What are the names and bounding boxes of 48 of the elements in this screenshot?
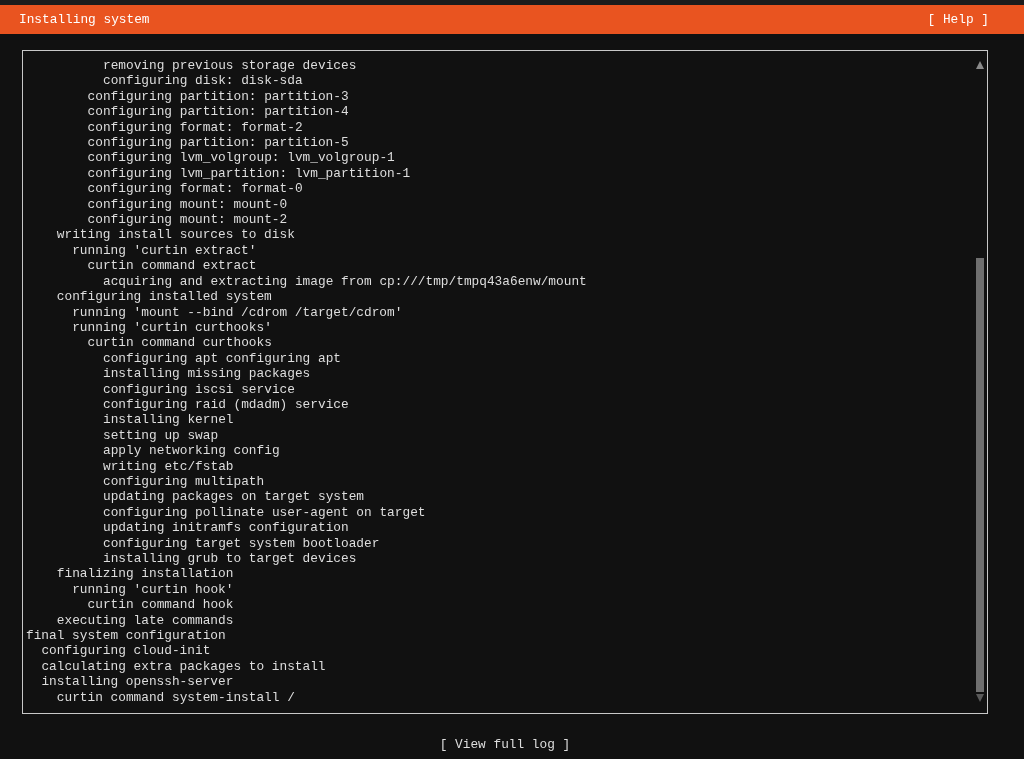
log-line: configuring apt configuring apt	[102, 350, 341, 367]
log-line: configuring iscsi service	[102, 381, 295, 397]
log-line: configuring format: format-0	[87, 181, 303, 197]
log-line: installing kernel	[102, 412, 234, 428]
log-line: configuring lvm_partition: lvm_partition-1	[87, 165, 411, 182]
log-line: acquiring and extracting image from cp:///tmp/tmpq43a6enw/mount	[102, 273, 587, 290]
log-line: running 'curtin hook'	[72, 581, 234, 598]
log-line: running 'curtin curthooks'	[72, 319, 272, 336]
log-line: configuring partition: partition-4	[87, 104, 349, 120]
log-line: configuring partition: partition-3	[87, 88, 349, 105]
scroll-up-icon[interactable]	[975, 61, 984, 69]
log-line: finalizing installation	[56, 566, 234, 582]
help-button[interactable]: [ Help ]	[927, 12, 989, 27]
log-line: apply networking config	[102, 443, 280, 459]
log-line: configuring cloud-init	[41, 643, 211, 659]
log-line: final system configuration	[26, 628, 226, 644]
window-title: Installing system	[19, 12, 150, 27]
log-line: curtin command extract	[87, 258, 257, 274]
log-line: configuring partition: partition-5	[87, 135, 349, 151]
log-line: curtin command hook	[87, 597, 234, 613]
log-line: updating packages on target system	[102, 489, 365, 505]
log-line: curtin command curthooks	[87, 335, 272, 351]
log-line: configuring mount: mount-0	[87, 196, 288, 213]
log-line: configuring format: format-2	[87, 119, 303, 136]
view-full-log-button[interactable]: [ View full log ]	[439, 737, 571, 752]
log-line: running 'mount --bind /cdrom /target/cdrom'	[72, 304, 403, 320]
log-line: installing missing packages	[102, 366, 311, 382]
log-line: writing etc/fstab	[102, 458, 234, 474]
log-line: configuring raid (mdadm) service	[102, 396, 349, 413]
log-line: configuring multipath	[102, 473, 265, 490]
log-line: setting up swap	[102, 427, 219, 444]
log-line: writing install sources to disk	[56, 227, 295, 243]
log-line: configuring disk: disk-sda	[102, 73, 303, 89]
log-line: configuring mount: mount-2	[87, 212, 288, 228]
log-line: configuring target system bootloader	[102, 535, 380, 551]
log-line: configuring installed system	[56, 289, 272, 305]
log-line: calculating extra packages to install	[41, 658, 326, 675]
scrollbar-thumb[interactable]	[975, 258, 984, 692]
log-line: configuring pollinate user-agent on target	[102, 504, 426, 521]
log-line: installing openssh-server	[41, 674, 234, 690]
scroll-down-icon[interactable]	[975, 694, 984, 702]
log-line: removing previous storage devices	[102, 58, 357, 74]
log-line: curtin command system-install /	[56, 689, 295, 706]
log-line: running 'curtin extract'	[72, 242, 257, 259]
log-line: configuring lvm_volgroup: lvm_volgroup-1	[87, 150, 395, 166]
log-line: installing grub to target devices	[102, 551, 357, 567]
log-line: executing late commands	[56, 612, 234, 629]
log-line: updating initramfs configuration	[102, 520, 349, 536]
